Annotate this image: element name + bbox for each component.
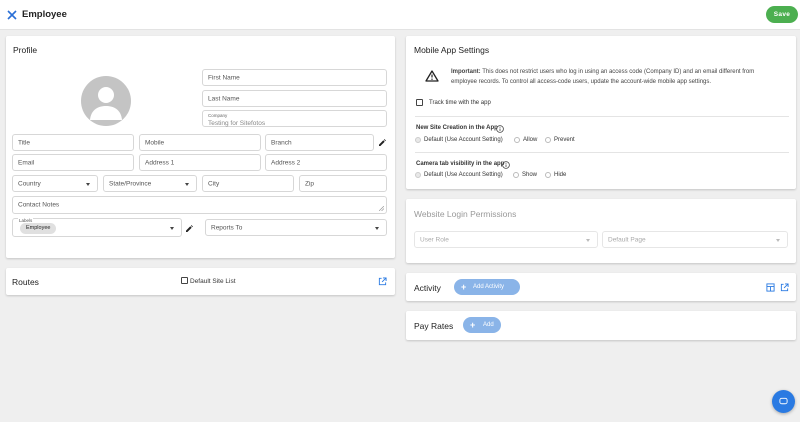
last-name-field[interactable]: Last Name [202, 90, 387, 107]
edit-labels-pencil-icon[interactable] [185, 225, 193, 233]
new-site-default-radio[interactable] [415, 137, 421, 143]
plus-icon: + [470, 320, 476, 330]
company-value: Testing for Sitefotos [208, 120, 266, 127]
important-line2: employee records. To control all access-… [451, 79, 712, 85]
last-name-placeholder: Last Name [208, 95, 240, 102]
country-select[interactable]: Country [12, 175, 98, 192]
mobile-app-settings-card: Mobile App Settings Important: This does… [406, 36, 796, 189]
pay-rates-card: Pay Rates + Add [406, 311, 796, 340]
chevron-down-icon [586, 238, 590, 242]
mobile-app-settings-title: Mobile App Settings [414, 45, 490, 55]
contact-notes-placeholder: Contact Notes [18, 201, 60, 209]
camera-show-radio[interactable] [513, 172, 519, 178]
routes-title: Routes [12, 277, 39, 287]
default-page-select[interactable]: Default Page [602, 231, 788, 248]
default-page-placeholder: Default Page [608, 236, 646, 243]
track-time-label: Track time with the app [429, 100, 491, 106]
country-placeholder: Country [18, 180, 41, 187]
website-login-title: Website Login Permissions [414, 209, 517, 219]
title-field[interactable]: Title [12, 134, 134, 151]
chat-icon [779, 397, 788, 405]
plus-icon: + [461, 282, 467, 292]
save-button[interactable]: Save [766, 6, 798, 23]
email-field[interactable]: Email [12, 154, 134, 171]
mobile-placeholder: Mobile [145, 139, 165, 146]
company-field[interactable]: Company Testing for Sitefotos [202, 110, 387, 127]
branch-placeholder: Branch [271, 139, 292, 146]
track-time-checkbox[interactable] [416, 99, 423, 106]
new-site-prevent-radio[interactable] [545, 137, 551, 143]
contact-notes-field[interactable]: Contact Notes [12, 196, 387, 214]
user-role-placeholder: User Role [420, 236, 449, 243]
address2-placeholder: Address 2 [271, 159, 301, 166]
pay-rates-title: Pay Rates [414, 321, 454, 331]
info-icon[interactable] [496, 125, 504, 133]
person-icon [90, 87, 122, 120]
title-placeholder: Title [18, 139, 31, 146]
chat-button[interactable] [772, 390, 795, 413]
edit-branch-pencil-icon[interactable] [378, 139, 386, 147]
camera-hide-label: Hide [554, 172, 567, 178]
chevron-down-icon [86, 182, 90, 186]
add-pay-rate-button[interactable]: + Add [463, 317, 501, 333]
external-link-icon[interactable] [780, 283, 789, 292]
table-layout-icon[interactable] [766, 283, 775, 292]
default-site-list-label: Default Site List [190, 278, 236, 285]
add-pay-rate-label: Add [483, 322, 494, 328]
city-placeholder: City [208, 180, 220, 187]
branch-field[interactable]: Branch [265, 134, 374, 151]
important-label: Important: [451, 69, 481, 75]
default-site-list-checkbox[interactable] [181, 277, 188, 284]
resize-handle-icon[interactable] [379, 206, 384, 211]
important-line1: This does not restrict users who log in … [482, 69, 755, 75]
profile-title: Profile [13, 45, 38, 55]
avatar[interactable] [81, 76, 131, 126]
company-label: Company [208, 113, 228, 118]
routes-card: Routes Default Site List [6, 268, 395, 295]
address1-field[interactable]: Address 1 [139, 154, 261, 171]
state-placeholder: State/Province [109, 180, 152, 187]
first-name-placeholder: First Name [208, 74, 240, 81]
add-activity-label: Add Activity [473, 284, 505, 290]
add-activity-button[interactable]: + Add Activity [454, 279, 520, 295]
important-notice: Important: This does not restrict users … [451, 67, 781, 87]
state-select[interactable]: State/Province [103, 175, 197, 192]
close-icon[interactable] [6, 9, 18, 21]
address1-placeholder: Address 1 [145, 159, 175, 166]
zip-field[interactable]: Zip [299, 175, 387, 192]
divider [415, 152, 789, 153]
mobile-field[interactable]: Mobile [139, 134, 261, 151]
camera-default-radio[interactable] [415, 172, 421, 178]
camera-default-label: Default (Use Account Setting) [424, 172, 503, 178]
external-link-icon[interactable] [378, 277, 387, 286]
chevron-down-icon [185, 182, 189, 186]
activity-title: Activity [414, 283, 441, 293]
top-bar: Employee Save [0, 0, 800, 30]
info-icon[interactable] [502, 161, 510, 169]
city-field[interactable]: City [202, 175, 294, 192]
new-site-allow-radio[interactable] [514, 137, 520, 143]
camera-show-label: Show [522, 172, 538, 178]
warning-icon [425, 70, 439, 82]
divider [415, 116, 789, 117]
zip-placeholder: Zip [305, 180, 315, 187]
chevron-down-icon [776, 238, 780, 242]
activity-card: Activity + Add Activity [406, 273, 796, 301]
user-role-select[interactable]: User Role [414, 231, 598, 248]
page-title: Employee [22, 9, 67, 20]
first-name-field[interactable]: First Name [202, 69, 387, 86]
label-chip-employee[interactable]: Employee [20, 223, 57, 234]
camera-hide-radio[interactable] [545, 172, 551, 178]
email-placeholder: Email [18, 159, 35, 166]
reports-to-placeholder: Reports To [211, 224, 243, 231]
new-site-prevent-label: Prevent [554, 137, 575, 143]
new-site-allow-label: Allow [523, 137, 538, 143]
new-site-default-label: Default (Use Account Setting) [424, 137, 503, 143]
address2-field[interactable]: Address 2 [265, 154, 387, 171]
new-site-title: New Site Creation in the App [416, 125, 498, 131]
reports-to-select[interactable]: Reports To [205, 219, 387, 236]
camera-tab-title: Camera tab visibility in the app [416, 161, 505, 167]
chevron-down-icon [375, 226, 379, 230]
chevron-down-icon [170, 226, 174, 230]
